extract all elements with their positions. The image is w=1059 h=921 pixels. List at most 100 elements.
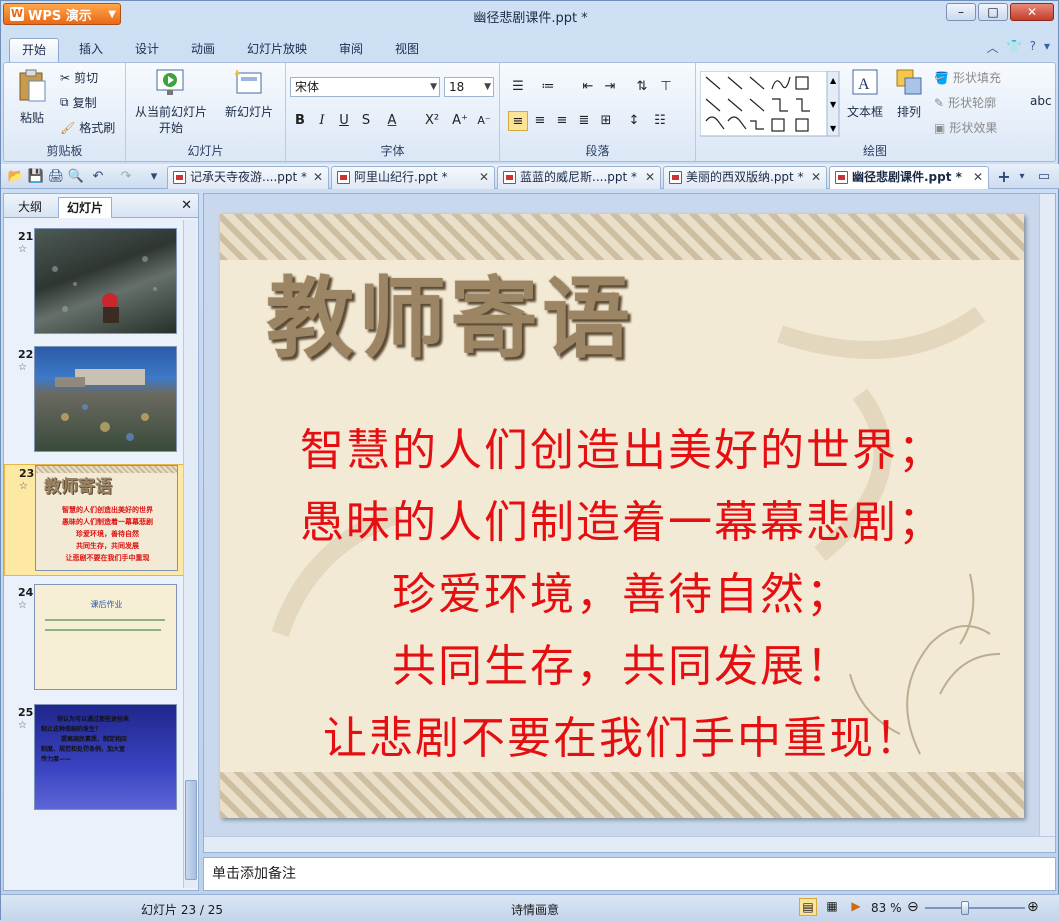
text-direction-button[interactable]: ⇅: [632, 77, 652, 97]
bullets-button[interactable]: ☰: [508, 77, 528, 97]
font-name-select[interactable]: 宋体 ▼: [290, 77, 440, 97]
print-icon[interactable]: 🖨: [47, 168, 65, 186]
slide-thumbnail-selected[interactable]: 23 ☆ 教师寄语 智慧的人们创造出美好的世界 愚昧的人们制造着一幕幕悲剧 珍爱…: [4, 464, 184, 576]
align-right-button[interactable]: ≡: [552, 111, 572, 131]
font-color-button[interactable]: A: [382, 111, 402, 131]
columns-button[interactable]: ☷: [650, 111, 670, 131]
tab-view[interactable]: 视图: [383, 38, 431, 62]
close-tab-icon[interactable]: ✕: [313, 167, 323, 188]
doc-tab[interactable]: 阿里山纪行.ppt * ✕: [331, 166, 495, 189]
close-icon[interactable]: ✕: [181, 198, 192, 213]
doc-tab[interactable]: 蓝蓝的威尼斯....ppt * ✕: [497, 166, 661, 189]
slide-thumbnail[interactable]: 22 ☆: [4, 346, 184, 458]
zoom-slider-track[interactable]: [925, 907, 1025, 909]
cut-label: 剪切: [74, 71, 99, 85]
close-button[interactable]: ✕: [1010, 3, 1054, 21]
superscript-button[interactable]: X²: [422, 111, 442, 131]
arrange-button[interactable]: 排列: [890, 67, 928, 120]
align-center-button[interactable]: ≡: [530, 111, 550, 131]
slide-horizontal-scrollbar[interactable]: [204, 836, 1055, 852]
slideshow-view-icon[interactable]: ▶: [847, 898, 865, 916]
copy-button[interactable]: ⧉ 复制: [60, 94, 97, 111]
shape-gallery[interactable]: ▲ ▼ ▼: [700, 71, 840, 137]
doc-tab[interactable]: 记承天寺夜游....ppt * ✕: [167, 166, 329, 189]
shape-outline-button[interactable]: ✎ 形状轮廓: [934, 94, 996, 111]
zoom-slider-handle[interactable]: [961, 901, 969, 915]
thumbnail-scrollbar[interactable]: [183, 220, 197, 888]
slide-thumbnail[interactable]: 24 ☆ 课后作业: [4, 584, 184, 696]
slide-vertical-scrollbar[interactable]: [1039, 194, 1055, 838]
tab-home[interactable]: 开始: [9, 38, 60, 62]
line-spacing-button[interactable]: ↕: [624, 111, 644, 131]
chevron-down-icon[interactable]: ▾: [1044, 39, 1050, 56]
decrease-indent-button[interactable]: ⇤: [578, 77, 598, 97]
tab-list-icon[interactable]: ▾: [1013, 168, 1031, 186]
tab-slideshow[interactable]: 幻灯片放映: [235, 38, 319, 62]
doc-tab-active[interactable]: 幽径悲剧课件.ppt * ✕: [829, 166, 989, 189]
scrollbar-thumb[interactable]: [185, 780, 197, 880]
save-icon[interactable]: 💾: [27, 168, 45, 186]
collapse-ribbon-icon[interactable]: ︿: [987, 39, 999, 56]
normal-view-icon[interactable]: ▤: [799, 898, 817, 916]
help-icon[interactable]: ?: [1030, 39, 1036, 56]
play-from-current-button[interactable]: 从当前幻灯片 开始: [132, 67, 210, 136]
textbox-button[interactable]: A 文本框: [842, 67, 888, 120]
zoom-in-icon[interactable]: ⊕: [1027, 899, 1039, 915]
slides-group-label: 幻灯片: [187, 144, 224, 158]
slide-text-line[interactable]: 让悲剧不要在我们手中重现！: [220, 702, 1024, 766]
svg-text:▲: ▲: [830, 76, 837, 85]
slide-canvas[interactable]: 教师寄语 智慧的人们创造出美好的世界； 愚昧的人们制造着一幕幕悲剧； 珍爱环境，…: [220, 214, 1024, 818]
increase-indent-button[interactable]: ⇥: [600, 77, 620, 97]
shape-effect-button[interactable]: ▣ 形状效果: [934, 119, 997, 136]
distribute-button[interactable]: ⊞: [596, 111, 616, 131]
tab-outline[interactable]: 大纲: [10, 197, 50, 218]
close-tab-icon[interactable]: ✕: [973, 167, 983, 188]
notes-pane[interactable]: 单击添加备注: [203, 857, 1056, 891]
skin-icon[interactable]: 👕: [1007, 39, 1022, 56]
new-tab-icon[interactable]: +: [995, 168, 1013, 186]
tab-review[interactable]: 审阅: [327, 38, 375, 62]
tab-slides[interactable]: 幻灯片: [58, 197, 113, 218]
tab-design[interactable]: 设计: [123, 38, 171, 62]
slide-text-line[interactable]: 智慧的人们创造出美好的世界；: [220, 414, 1024, 478]
sorter-view-icon[interactable]: ▦: [823, 898, 841, 916]
open-icon[interactable]: 📂: [7, 168, 25, 186]
cut-button[interactable]: ✂ 剪切: [60, 69, 98, 86]
slide-title[interactable]: 教师寄语: [266, 248, 634, 375]
slide-thumbnail[interactable]: 21 ☆: [4, 228, 184, 340]
slide-text-line[interactable]: 共同生存，共同发展！: [220, 630, 1024, 694]
font-size-select[interactable]: 18 ▼: [444, 77, 494, 97]
undo-icon[interactable]: ↶: [89, 168, 107, 186]
align-left-button[interactable]: ≡: [508, 111, 528, 131]
slide-text-line[interactable]: 愚昧的人们制造着一幕幕悲剧；: [220, 486, 1024, 550]
slide-text-line[interactable]: 珍爱环境，善待自然；: [220, 558, 1024, 622]
close-tab-icon[interactable]: ✕: [645, 167, 655, 188]
shadow-button[interactable]: S: [356, 111, 376, 131]
doc-tab[interactable]: 美丽的西双版纳.ppt * ✕: [663, 166, 827, 189]
shape-fill-button[interactable]: 🪣 形状填充: [934, 69, 1001, 86]
close-tab-icon[interactable]: ✕: [811, 167, 821, 188]
underline-button[interactable]: U: [334, 111, 354, 131]
paste-button[interactable]: 粘贴: [12, 69, 52, 126]
close-tab-icon[interactable]: ✕: [479, 167, 489, 188]
numbering-button[interactable]: ≔: [538, 77, 558, 97]
align-text-button[interactable]: ⊤: [656, 77, 676, 97]
tab-insert[interactable]: 插入: [67, 38, 115, 62]
shrink-font-button[interactable]: A⁻: [474, 111, 494, 131]
bold-button[interactable]: B: [290, 111, 310, 131]
minimize-button[interactable]: –: [946, 3, 976, 21]
window-layout-icon[interactable]: ▭: [1035, 168, 1053, 186]
format-painter-button[interactable]: 🖌 格式刷: [60, 119, 115, 136]
redo-icon[interactable]: ↷: [117, 168, 135, 186]
italic-button[interactable]: I: [312, 111, 332, 131]
grow-font-button[interactable]: A⁺: [450, 111, 470, 131]
preview-icon[interactable]: 🔍: [67, 168, 85, 186]
maximize-button[interactable]: □: [978, 3, 1008, 21]
font-color-abc-icon[interactable]: abc: [1030, 94, 1052, 108]
slide-thumbnail[interactable]: 25 ☆ 你认为可以通过那些途径来 制止这种悲剧的发生？ 提高国民素质，制定相应…: [4, 704, 184, 816]
new-slide-button[interactable]: 新幻灯片: [218, 67, 280, 120]
tab-animation[interactable]: 动画: [179, 38, 227, 62]
zoom-out-icon[interactable]: ⊖: [907, 899, 919, 915]
quick-access-menu-icon[interactable]: ▾: [145, 168, 163, 186]
justify-button[interactable]: ≣: [574, 111, 594, 131]
